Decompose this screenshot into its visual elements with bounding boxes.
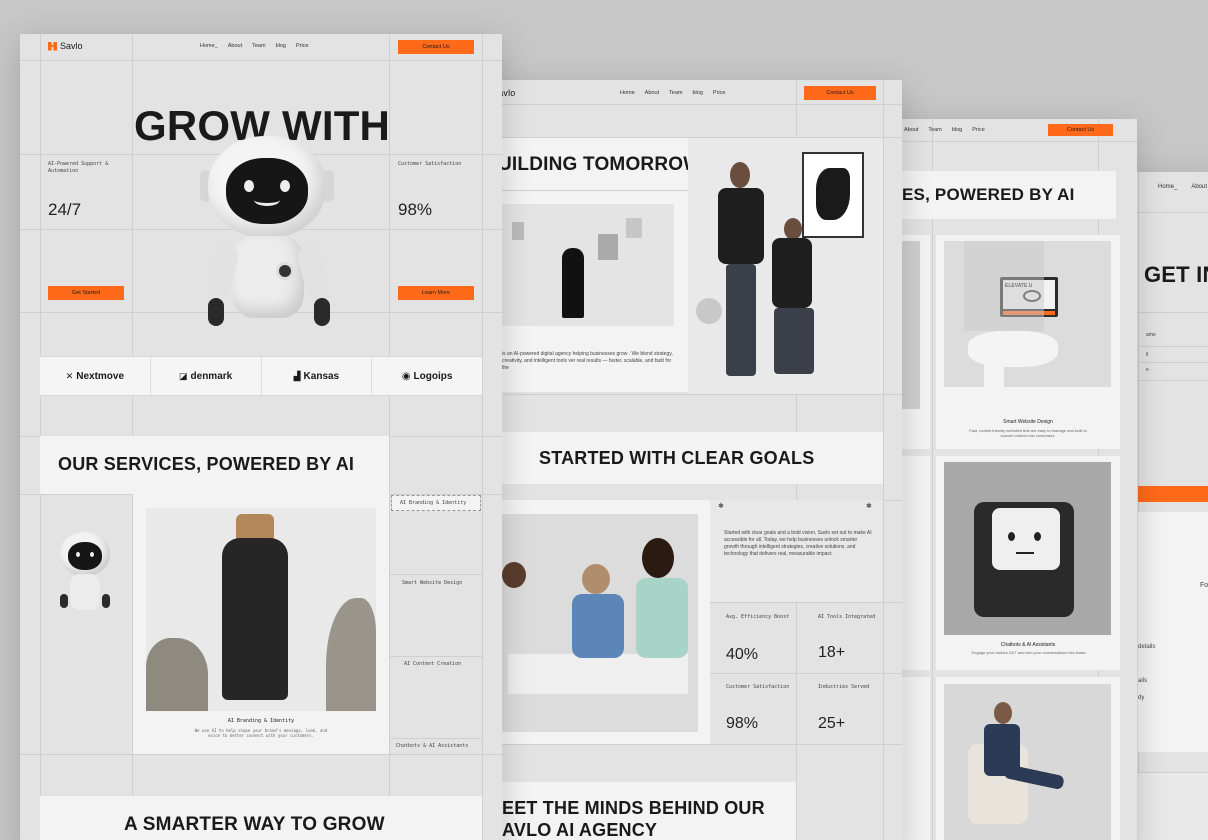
page-preview-about: Savlo Home About Team blog Price Contact… xyxy=(462,80,902,840)
featured-service-desc: We use AI to help shape your brand's mes… xyxy=(194,728,328,738)
stat-label: Avg. Efficiency Boost xyxy=(726,614,790,620)
nav-home[interactable]: Home_ xyxy=(1158,184,1177,190)
page-preview-home: Savlo Home_ About Team blog Price Contac… xyxy=(20,34,502,840)
logo-strip: ✕ Nextmove ◪ denmark ▟ Kansas ◉ Logoips xyxy=(40,356,482,396)
card-description: Engage your visitors 24/7 and turn your … xyxy=(971,650,1087,655)
stat-label: Industries Served xyxy=(818,684,870,690)
stat-label: Customer Satisfaction xyxy=(398,161,462,167)
footer-black xyxy=(1138,772,1208,840)
contact-info-line: ails xyxy=(1138,678,1148,684)
intro-text: is an AI-powered digital agency helping … xyxy=(502,351,673,371)
contact-info-heading: Fo xyxy=(1200,582,1208,589)
nav-team[interactable]: Team xyxy=(928,127,941,133)
contact-button[interactable]: Contact Us xyxy=(1048,124,1113,136)
nav-about[interactable]: About xyxy=(904,127,918,133)
submit-bar[interactable] xyxy=(1138,486,1208,502)
goals-title: STARTED WITH CLEAR GOALS xyxy=(539,448,815,468)
goals-text: Started with clear goals and a bold visi… xyxy=(724,530,872,557)
brand-name: Savlo xyxy=(60,41,83,51)
services-title: OUR SERVICES, POWERED BY AI xyxy=(58,454,355,474)
nav-bar: About Team blog Price xyxy=(904,127,985,133)
partner-logo: Logoips xyxy=(413,370,453,382)
stat-label: Customer Satisfaction xyxy=(726,684,790,690)
denmark-logo-icon: ◪ xyxy=(179,370,188,381)
kansas-logo-icon: ▟ xyxy=(293,370,301,381)
nav-bar: Home About Team blog Price xyxy=(620,90,725,96)
nav-bar: Home_ About Team blog Price xyxy=(200,43,309,49)
partner-logo: Nextmove xyxy=(76,370,125,382)
card-title: Smart Website Design xyxy=(1003,419,1053,425)
nav-price[interactable]: Price xyxy=(972,127,985,133)
stat-value: 98% xyxy=(726,715,759,732)
learn-more-button[interactable]: Learn More xyxy=(398,286,474,300)
gallery-image xyxy=(502,204,674,326)
gear-icon: ✱ xyxy=(718,503,724,510)
nav-team[interactable]: Team xyxy=(252,43,265,49)
nav-home[interactable]: Home_ xyxy=(200,43,218,49)
nav-team[interactable]: Team xyxy=(669,90,682,96)
smarter-title: A SMARTER WAY TO GROW xyxy=(124,814,385,835)
stat-value: 98% xyxy=(398,200,433,219)
nav-about[interactable]: About xyxy=(645,90,659,96)
nav-about[interactable]: About xyxy=(228,43,242,49)
service-tab-chatbots[interactable]: Chatbots & AI Assistants xyxy=(396,743,468,750)
logo[interactable]: Savlo xyxy=(48,41,83,51)
nav-blog[interactable]: blog xyxy=(276,43,286,49)
get-started-button[interactable]: Get Started xyxy=(48,286,124,300)
form-field-email[interactable]: il xyxy=(1146,352,1148,359)
nav-price[interactable]: Price xyxy=(713,90,726,96)
stat-label: AI-Powered Support & Automation xyxy=(48,161,109,174)
bottle-image xyxy=(146,508,376,711)
form-field-phone[interactable]: e xyxy=(1146,367,1149,374)
nav-blog[interactable]: blog xyxy=(693,90,703,96)
hero-title: UILDING TOMORROW xyxy=(498,154,702,175)
laptop-image: ELEVATE U xyxy=(944,241,1111,387)
team-title: AVLO AI AGENCY xyxy=(502,820,658,840)
service-tab-ai-branding[interactable]: AI Branding & Identity xyxy=(391,495,481,511)
card-title: Chatbots & AI Assistants xyxy=(1000,642,1056,648)
nextmove-logo-icon: ✕ xyxy=(65,370,74,381)
stat-value: 40% xyxy=(726,646,759,663)
contact-button[interactable]: Contact Us xyxy=(804,86,876,100)
robot-mascot xyxy=(192,136,342,351)
team-photo xyxy=(688,138,883,394)
service-tab-website-design[interactable]: Smart Website Design xyxy=(402,580,462,587)
nav-price[interactable]: Price xyxy=(296,43,309,49)
businessman-image xyxy=(944,684,1111,840)
nav-home[interactable]: Home xyxy=(620,90,635,96)
services-title: ES, POWERED BY AI xyxy=(902,185,1075,204)
contact-title: GET IN xyxy=(1144,262,1208,287)
featured-service-title: AI Branding & Identity xyxy=(227,718,295,724)
contact-button[interactable]: Contact Us xyxy=(398,40,474,54)
robot-head-image xyxy=(944,462,1111,635)
nav-about[interactable]: About xyxy=(1191,184,1207,190)
meeting-photo xyxy=(502,514,698,732)
stat-value: 25+ xyxy=(818,715,846,732)
nav-blog[interactable]: blog xyxy=(952,127,962,133)
logoips-logo-icon: ◉ xyxy=(401,370,411,382)
stat-label: AI Tools Integrated xyxy=(818,614,876,620)
page-preview-services: About Team blog Price Contact Us ES, POW… xyxy=(862,119,1137,840)
partner-logo: Kansas xyxy=(303,370,340,382)
partner-logo: denmark xyxy=(190,370,233,382)
contact-info-line: details xyxy=(1138,644,1156,650)
form-field-name[interactable]: ame xyxy=(1146,332,1156,339)
service-tab-content-creation[interactable]: AI Content Creation xyxy=(404,661,461,668)
team-title: EET THE MINDS BEHIND OUR xyxy=(502,798,765,818)
mini-robot xyxy=(56,532,118,622)
grid-logo-icon xyxy=(48,41,57,51)
stat-value: 24/7 xyxy=(48,200,82,219)
nav-bar: Home_ About xyxy=(1158,184,1207,190)
gear-icon: ✱ xyxy=(866,503,872,510)
stat-value: 18+ xyxy=(818,644,846,661)
card-description: Fast, mobile-friendly websites that are … xyxy=(969,428,1087,438)
contact-info-line: dy xyxy=(1138,695,1145,701)
